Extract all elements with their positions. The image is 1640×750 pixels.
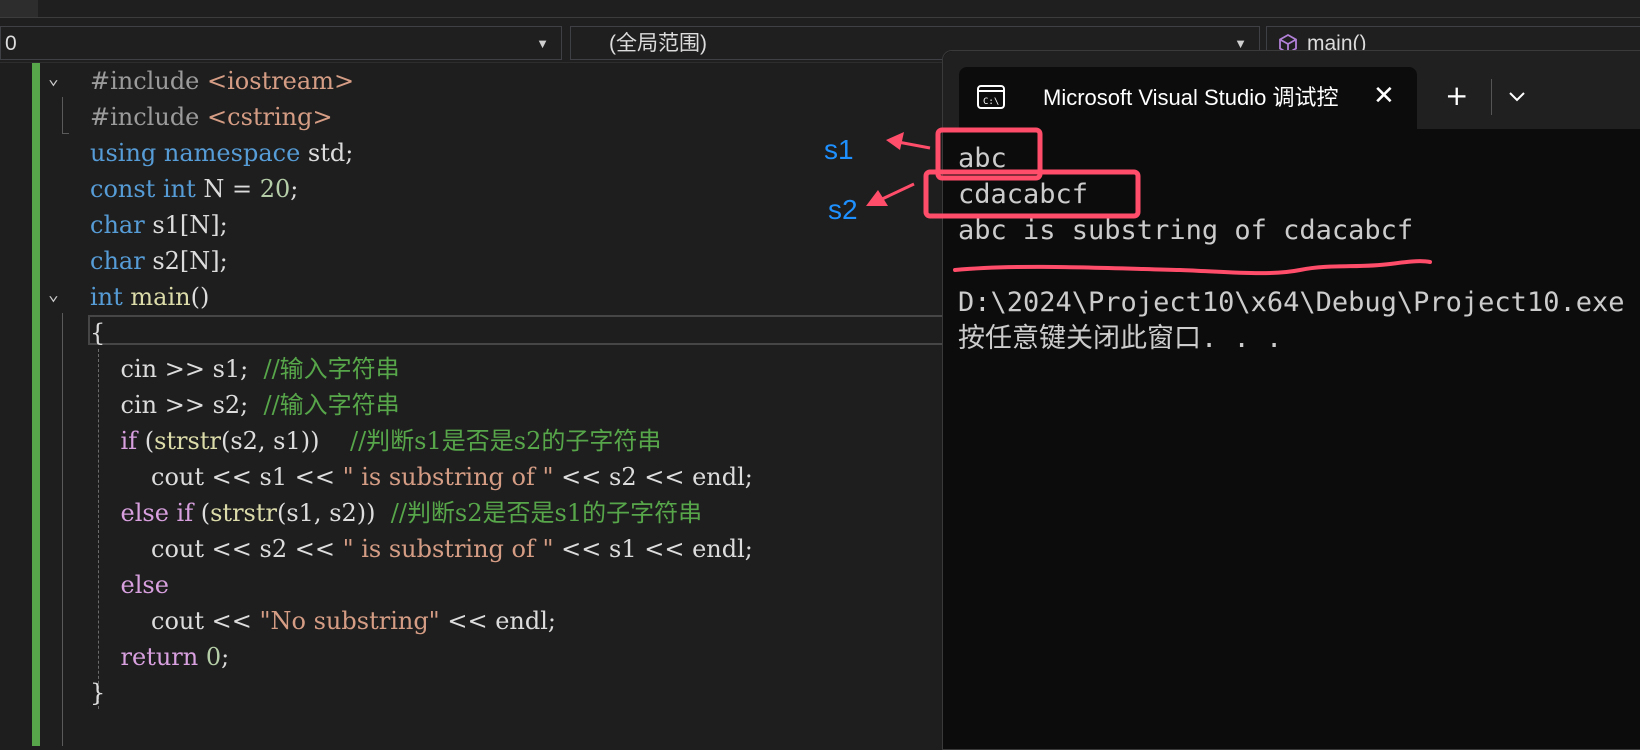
code-line[interactable]: #include <iostream> [90,63,354,99]
code-token: ; [221,643,230,671]
code-token: cin >> s1; [90,355,264,383]
code-token: int [162,175,204,203]
code-token: << endl; [439,607,556,635]
code-token: <cstring> [207,103,333,131]
document-tab[interactable] [0,0,38,18]
code-line[interactable]: cout << "No substring" << endl; [90,603,556,639]
code-token: () [190,283,210,311]
console-line: cdacabcf [958,179,1089,210]
code-token: cout << s2 << [90,535,343,563]
code-line[interactable]: } [90,675,105,711]
code-line[interactable]: else [90,567,169,603]
code-line[interactable]: { [90,315,105,351]
close-icon[interactable]: ✕ [1373,79,1395,113]
code-token: char [90,247,153,275]
code-line[interactable]: using namespace std; [90,135,353,171]
code-token: cout << s1 << [90,463,343,491]
code-line[interactable]: if (strstr(s2, s1)) //判断s1是否是s2的子字符串 [90,423,662,459]
code-token: (s2, s1)) [220,427,350,455]
titlebar-separator [1491,79,1492,115]
change-tracking-bar [32,63,40,746]
code-token: (s1, s2)) [276,499,391,527]
code-token: int [90,283,131,311]
annotation-s2-label: s2 [828,194,858,225]
fold-guide-include [62,97,69,134]
code-token: " is substring of " [342,463,554,491]
console-line: abc [958,143,1007,174]
code-token: } [90,679,106,707]
console-tab-title: Microsoft Visual Studio 调试控 [1043,85,1339,110]
code-token: << s2 << endl; [553,463,753,491]
chevron-down-icon[interactable] [1503,81,1531,111]
code-line[interactable]: const int N = 20; [90,171,298,207]
code-token: namespace [163,139,308,167]
fold-guide-main [62,313,63,746]
code-line[interactable]: cin >> s2; //输入字符串 [90,387,400,423]
chevron-down-icon: ▼ [536,36,549,51]
terminal-icon: C:\ [977,85,1005,109]
code-token: cout << [90,607,260,635]
code-token: 20 [259,175,291,203]
code-token: main [130,283,191,311]
code-token: cin >> s2; [90,391,264,419]
console-line: abc is substring of cdacabcf [958,215,1414,246]
collapse-region-icon[interactable]: ⌄ [48,286,68,304]
code-token: else [120,571,169,599]
code-line[interactable]: int main() [90,279,209,315]
tab-strip [0,0,1640,18]
code-token: if [120,427,145,455]
console-titlebar: C:\ Microsoft Visual Studio 调试控 ✕ + [943,51,1640,129]
project-dropdown-value: 0 [5,32,17,55]
debug-console-window[interactable]: C:\ Microsoft Visual Studio 调试控 ✕ + abc c… [942,50,1640,750]
code-line[interactable]: cout << s2 << " is substring of " << s1 … [90,531,753,567]
code-token: strstr [154,427,221,455]
code-token: ; [290,175,299,203]
code-token: <iostream> [207,67,355,95]
code-token: else if [120,499,201,527]
code-token: strstr [210,499,277,527]
scope-dropdown-value: (全局范围) [609,32,707,55]
code-token: //输入字符串 [263,391,400,419]
code-token: const [90,175,163,203]
code-token: s2[N]; [152,247,228,275]
code-line[interactable]: return 0; [90,639,230,675]
code-token: ( [144,427,155,455]
code-token: "No substring" [259,607,440,635]
code-token: " is substring of " [342,535,554,563]
new-tab-icon[interactable]: + [1445,79,1468,113]
code-token: //判断s1是否是s2的子字符串 [350,427,662,455]
svg-text:C:\: C:\ [983,97,999,107]
console-line: D:\2024\Project10\x64\Debug\Project10.ex… [958,287,1625,318]
annotation-s1-label: s1 [824,134,854,165]
console-line: 按任意键关闭此窗口. . . [958,323,1283,354]
code-token: return [120,643,206,671]
code-line[interactable]: #include <cstring> [90,99,333,135]
code-token: using [90,139,164,167]
code-token: std; [307,139,354,167]
code-token: ( [200,499,211,527]
current-line-highlight [88,315,948,345]
collapse-region-icon[interactable]: ⌄ [48,70,68,88]
console-tab[interactable]: C:\ Microsoft Visual Studio 调试控 ✕ [959,67,1417,129]
code-token: //输入字符串 [263,355,400,383]
code-token: << s1 << endl; [553,535,753,563]
code-line[interactable]: char s1[N]; [90,207,228,243]
code-line[interactable]: else if (strstr(s1, s2)) //判断s2是否是s1的子字符… [90,495,703,531]
code-token: //判断s2是否是s1的子字符串 [390,499,703,527]
project-dropdown[interactable]: 0 ▼ [0,26,562,60]
code-token: char [90,211,153,239]
code-token: #include [90,67,208,95]
code-line[interactable]: char s2[N]; [90,243,228,279]
code-line[interactable]: cin >> s1; //输入字符串 [90,351,400,387]
code-token: N = [203,175,260,203]
code-token: { [90,319,106,347]
code-token: #include [90,103,208,131]
code-token: s1[N]; [152,211,228,239]
code-line[interactable]: cout << s1 << " is substring of " << s2 … [90,459,753,495]
code-token: 0 [205,643,222,671]
